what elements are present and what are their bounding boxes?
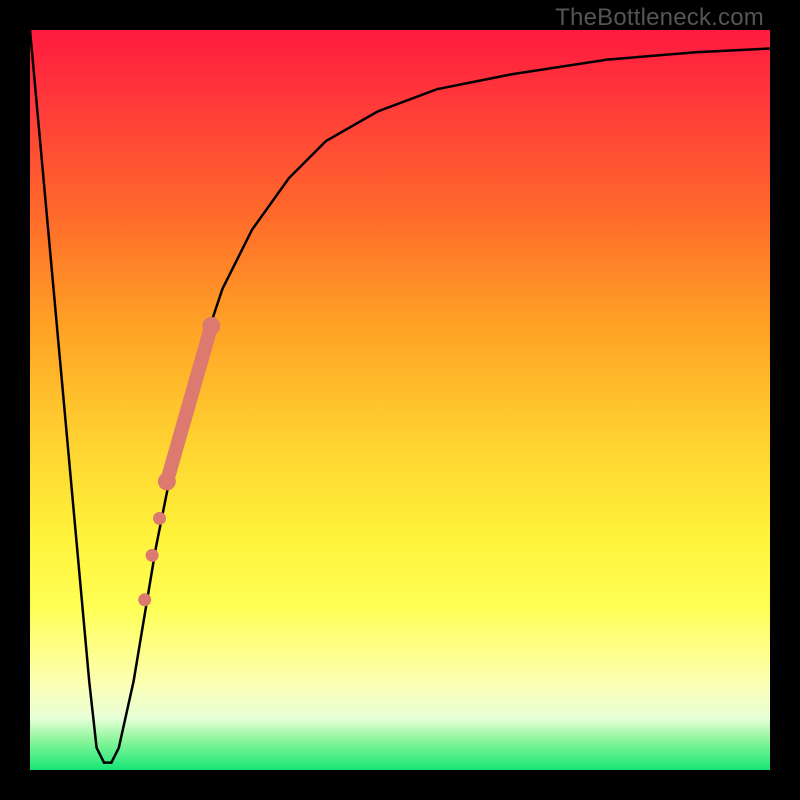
highlight-dot bbox=[138, 593, 151, 606]
highlight-dot bbox=[153, 512, 166, 525]
plot-area bbox=[30, 30, 770, 770]
watermark-text: TheBottleneck.com bbox=[555, 4, 764, 32]
highlight-dot bbox=[146, 549, 159, 562]
chart-frame: TheBottleneck.com bbox=[0, 0, 800, 800]
highlight-bar bbox=[167, 326, 211, 481]
highlight-end-dot bbox=[158, 472, 176, 490]
curve-svg bbox=[30, 30, 770, 770]
highlight-group bbox=[138, 317, 220, 606]
highlight-end-dot bbox=[202, 317, 220, 335]
bottleneck-curve bbox=[30, 30, 770, 763]
